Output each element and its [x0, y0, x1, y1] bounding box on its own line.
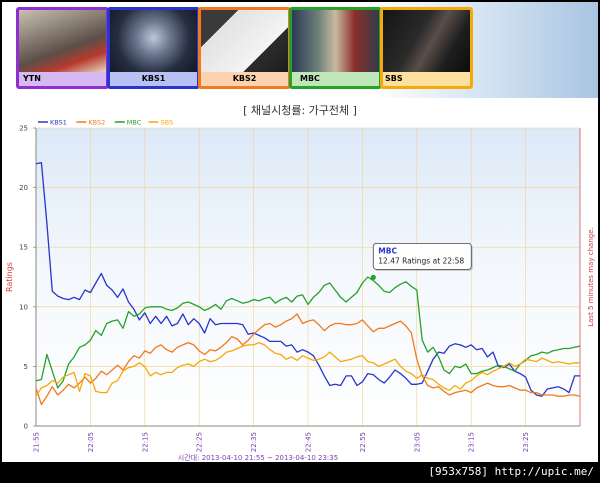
- y-tick-label: 15: [19, 244, 28, 252]
- legend-label-mbc: MBC: [127, 119, 142, 127]
- page: YTN KBS1 KBS2 MBC SBS [ 채널시청률: 가구전체 ] 05…: [0, 0, 600, 483]
- legend-label-sbs: SBS: [161, 119, 174, 127]
- footer-credit: [953x758] http://upic.me/: [428, 465, 594, 478]
- mbc-label-text: MBC: [300, 74, 320, 83]
- kbs1-label-text: KBS1: [141, 74, 166, 83]
- x-tick-label: 22:15: [141, 432, 149, 452]
- channel-card-kbs1[interactable]: KBS1: [107, 7, 200, 89]
- x-tick-label: 22:25: [196, 432, 204, 452]
- y-tick-label: 10: [19, 303, 28, 311]
- channel-card-mbc[interactable]: MBC: [289, 7, 382, 89]
- x-tick-label: 22:05: [87, 432, 95, 452]
- channel-card-sbs[interactable]: SBS: [380, 7, 473, 89]
- mbc-label: MBC: [292, 72, 379, 86]
- x-tick-label: 21:55: [33, 432, 41, 452]
- kbs1-thumbnail: [110, 10, 197, 72]
- legend-label-kbs2: KBS2: [88, 119, 105, 127]
- ytn-label: YTN: [19, 72, 106, 86]
- mbc-thumbnail: [292, 10, 379, 72]
- ytn-label-text: YTN: [23, 74, 41, 83]
- x-tick-label: 23:15: [468, 432, 476, 452]
- kbs1-label: KBS1: [110, 72, 197, 86]
- y-axis-label: Ratings: [5, 262, 14, 292]
- right-axis-note: Last 5 minutes may change.: [587, 227, 595, 327]
- tooltip-text: 12.47 Ratings at 22:58: [378, 256, 464, 265]
- ratings-panel: YTN KBS1 KBS2 MBC SBS [ 채널시청률: 가구전체 ] 05…: [2, 2, 598, 462]
- x-tick-label: 22:45: [305, 432, 313, 452]
- x-tick-label: 22:55: [359, 432, 367, 452]
- x-tick-label: 23:05: [413, 432, 421, 452]
- legend-label-kbs1: KBS1: [50, 119, 67, 127]
- channel-strip: YTN KBS1 KBS2 MBC SBS: [2, 2, 598, 98]
- x-tick-label: 23:25: [522, 432, 530, 452]
- x-axis-label: 시간대: 2013-04-10 21:55 ~ 2013-04-10 23:35: [178, 453, 338, 462]
- tooltip-title: MBC: [378, 246, 397, 255]
- channel-card-ytn[interactable]: YTN: [16, 7, 109, 89]
- sbs-label: SBS: [383, 72, 470, 86]
- tooltip-point: [370, 274, 376, 280]
- x-tick-label: 22:35: [250, 432, 258, 452]
- sbs-label-text: SBS: [385, 74, 403, 83]
- y-tick-label: 5: [24, 363, 28, 371]
- y-tick-label: 20: [19, 184, 28, 192]
- kbs2-label-text: KBS2: [232, 74, 257, 83]
- y-tick-label: 25: [19, 125, 28, 133]
- kbs2-label: KBS2: [201, 72, 288, 86]
- ratings-chart: 0 5 10 15 20 25 21:55 22:05 22:15 22:25 22:35 22:45…: [5, 119, 595, 463]
- ytn-thumbnail: [19, 10, 106, 72]
- channel-card-kbs2[interactable]: KBS2: [198, 7, 291, 89]
- y-tick-label: 0: [24, 423, 28, 431]
- sbs-thumbnail: [383, 10, 470, 72]
- kbs2-thumbnail: [201, 10, 288, 72]
